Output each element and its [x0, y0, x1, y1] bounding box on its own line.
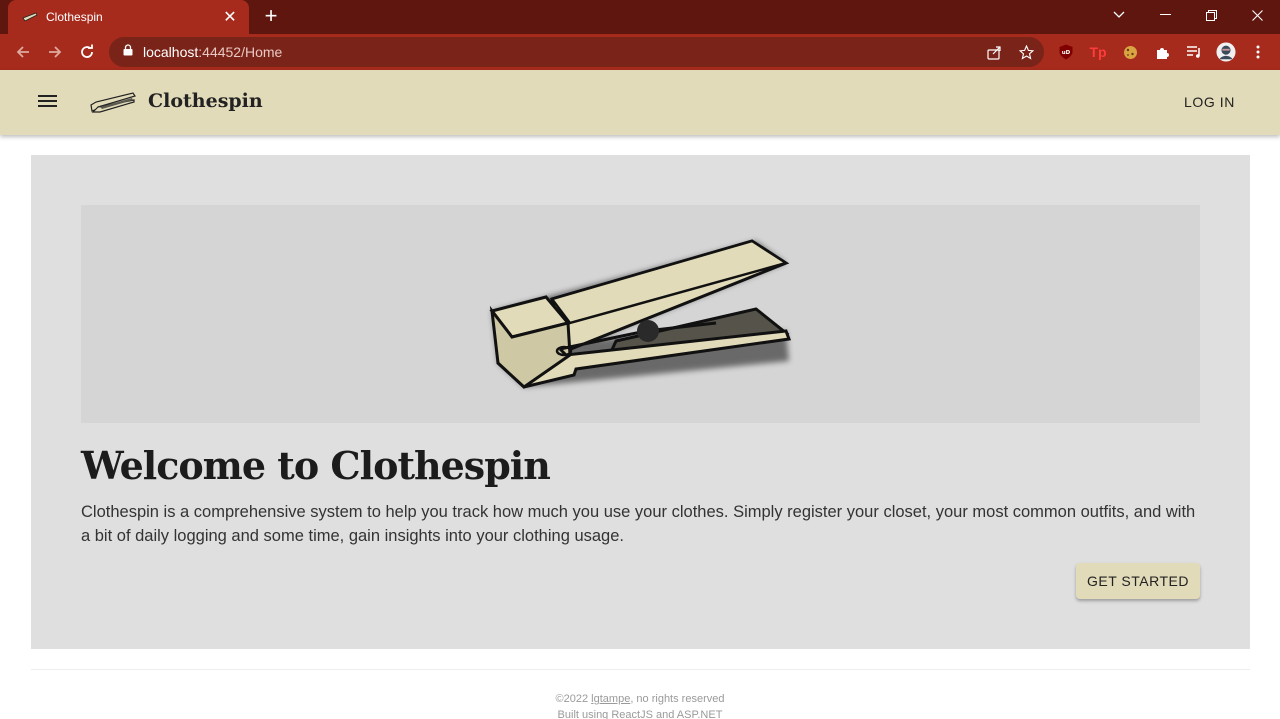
profile-avatar[interactable] — [1216, 42, 1236, 62]
address-bar[interactable]: localhost:44452/Home — [109, 37, 1044, 67]
page-footer: ©2022 lgtampe, no rights reserved Built … — [0, 691, 1280, 719]
new-tab-button[interactable]: + — [260, 5, 282, 27]
url-text[interactable]: localhost:44452/Home — [143, 44, 282, 60]
bookmark-star-icon[interactable] — [1018, 44, 1034, 60]
kebab-menu-icon[interactable] — [1248, 42, 1268, 62]
url-path: :44452/Home — [198, 44, 283, 60]
clothespin-favicon-icon — [22, 9, 38, 25]
restore-button[interactable] — [1188, 0, 1234, 30]
app-header: Clothespin LOG IN — [0, 70, 1280, 135]
get-started-button[interactable]: GET STARTED — [1076, 563, 1200, 599]
clothespin-illustration — [489, 239, 792, 389]
url-host: localhost — [143, 44, 199, 60]
copyright-prefix: ©2022 — [555, 693, 592, 705]
close-window-button[interactable] — [1234, 0, 1280, 30]
svg-text:uD: uD — [1062, 50, 1071, 56]
back-arrow-icon[interactable] — [10, 39, 36, 65]
browser-tab[interactable]: Clothespin ✕ — [8, 0, 249, 34]
forward-arrow-icon[interactable] — [42, 39, 68, 65]
tp-icon[interactable]: Tp — [1088, 42, 1108, 62]
lock-icon[interactable] — [123, 43, 133, 61]
login-button[interactable]: LOG IN — [1184, 94, 1235, 110]
tab-search-icon[interactable] — [1096, 0, 1142, 30]
brand-name[interactable]: Clothespin — [148, 90, 263, 112]
reload-icon[interactable] — [74, 39, 100, 65]
media-icon[interactable] — [1184, 42, 1204, 62]
built-with-text: Built using ReactJS and ASP.NET — [557, 709, 723, 719]
browser-toolbar: localhost:44452/Home uD Tp — [0, 34, 1280, 70]
copyright-suffix: , no rights reserved — [630, 693, 725, 705]
tab-title: Clothespin — [46, 10, 103, 24]
hero-banner — [81, 205, 1200, 423]
browser-tab-strip: Clothespin ✕ + — [0, 0, 1280, 34]
puzzle-icon[interactable] — [1152, 42, 1172, 62]
welcome-card: Welcome to Clothespin Clothespin is a co… — [31, 155, 1250, 649]
ublock-icon[interactable]: uD — [1056, 42, 1076, 62]
clothespin-logo-icon[interactable] — [90, 90, 136, 119]
tab-close-icon[interactable]: ✕ — [221, 7, 239, 27]
cookie-icon[interactable] — [1120, 42, 1140, 62]
author-link[interactable]: lgtampe — [591, 693, 630, 705]
page-title: Welcome to Clothespin — [81, 443, 551, 488]
hero-description: Clothespin is a comprehensive system to … — [81, 503, 1196, 545]
footer-divider — [31, 669, 1250, 670]
share-icon[interactable] — [986, 44, 1002, 60]
minimize-button[interactable] — [1142, 0, 1188, 30]
hamburger-menu-icon[interactable] — [37, 92, 59, 112]
copyright-line: ©2022 lgtampe, no rights reserved — [0, 691, 1280, 707]
